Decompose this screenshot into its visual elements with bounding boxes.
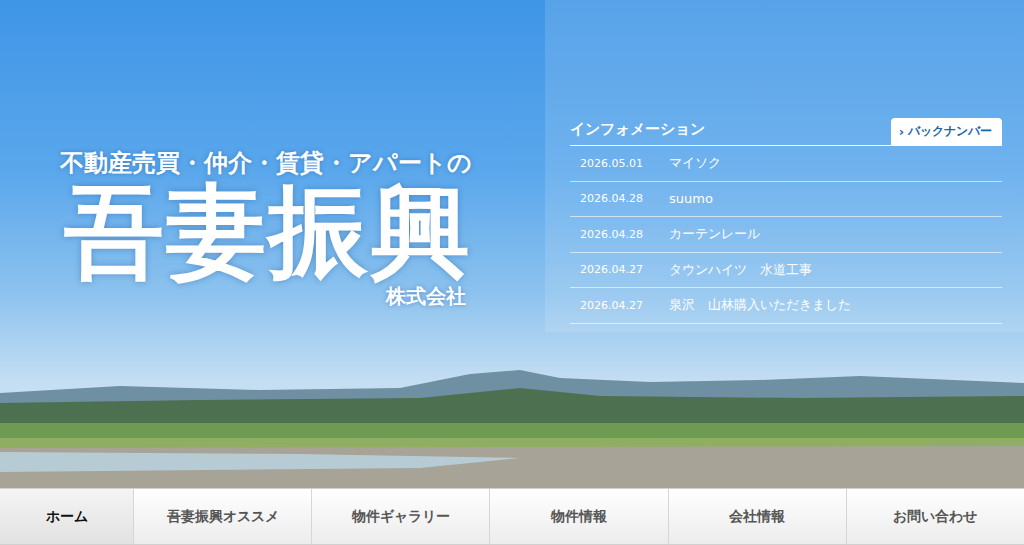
information-date: 2026.04.28	[580, 228, 669, 241]
information-list: 2026.05.01マイソク2026.04.28suumo2026.04.28カ…	[570, 146, 1002, 324]
nav-item[interactable]: お問い合わせ	[846, 489, 1024, 544]
nav-item[interactable]: 物件ギャラリー	[311, 489, 489, 544]
information-date: 2026.05.01	[580, 157, 669, 170]
information-item-title: タウンハイツ 水道工事	[669, 261, 812, 279]
information-item[interactable]: 2026.04.28suumo	[570, 182, 1002, 218]
nav-item[interactable]: 物件情報	[489, 489, 667, 544]
information-item-title: カーテンレール	[669, 225, 760, 243]
information-item[interactable]: 2026.04.27タウンハイツ 水道工事	[570, 253, 1002, 289]
company-suffix: 株式会社	[386, 284, 472, 308]
information-date: 2026.04.27	[580, 299, 669, 312]
nav-item[interactable]: 吾妻振興オススメ	[133, 489, 311, 544]
information-item[interactable]: 2026.05.01マイソク	[570, 146, 1002, 182]
company-name: 吾妻振興	[64, 179, 472, 284]
information-item[interactable]: 2026.04.27泉沢 山林購入いただきました	[570, 288, 1002, 324]
information-title: インフォメーション	[570, 120, 705, 145]
information-date: 2026.04.28	[580, 192, 669, 205]
logo[interactable]: 不動産売買・仲介・賃貸・アパートの吾妻振興株式会社	[0, 0, 545, 488]
information-date: 2026.04.27	[580, 263, 669, 276]
information-header: インフォメーション ›バックナンバー	[570, 118, 1002, 146]
tagline: 不動産売買・仲介・賃貸・アパートの	[56, 148, 472, 179]
nav-item[interactable]: 会社情報	[668, 489, 846, 544]
page: 不動産売買・仲介・賃貸・アパートの吾妻振興株式会社インフォメーション›バックナン…	[0, 0, 1024, 545]
information-item-title: 泉沢 山林購入いただきました	[669, 296, 851, 314]
chevron-right-icon: ›	[899, 125, 904, 138]
information-panel: インフォメーション›バックナンバー2026.05.01マイソク2026.04.2…	[545, 0, 1024, 332]
information-item-title: マイソク	[669, 154, 721, 172]
information-item[interactable]: 2026.04.28カーテンレール	[570, 217, 1002, 253]
back-number-button[interactable]: ›バックナンバー	[891, 118, 1002, 145]
landscape-photo	[0, 368, 1024, 488]
hero: 不動産売買・仲介・賃貸・アパートの吾妻振興株式会社インフォメーション›バックナン…	[0, 0, 1024, 488]
information-item-title: suumo	[669, 191, 713, 206]
main-nav: ホーム吾妻振興オススメ物件ギャラリー物件情報会社情報お問い合わせ	[0, 488, 1024, 545]
nav-item[interactable]: ホーム	[0, 489, 133, 544]
